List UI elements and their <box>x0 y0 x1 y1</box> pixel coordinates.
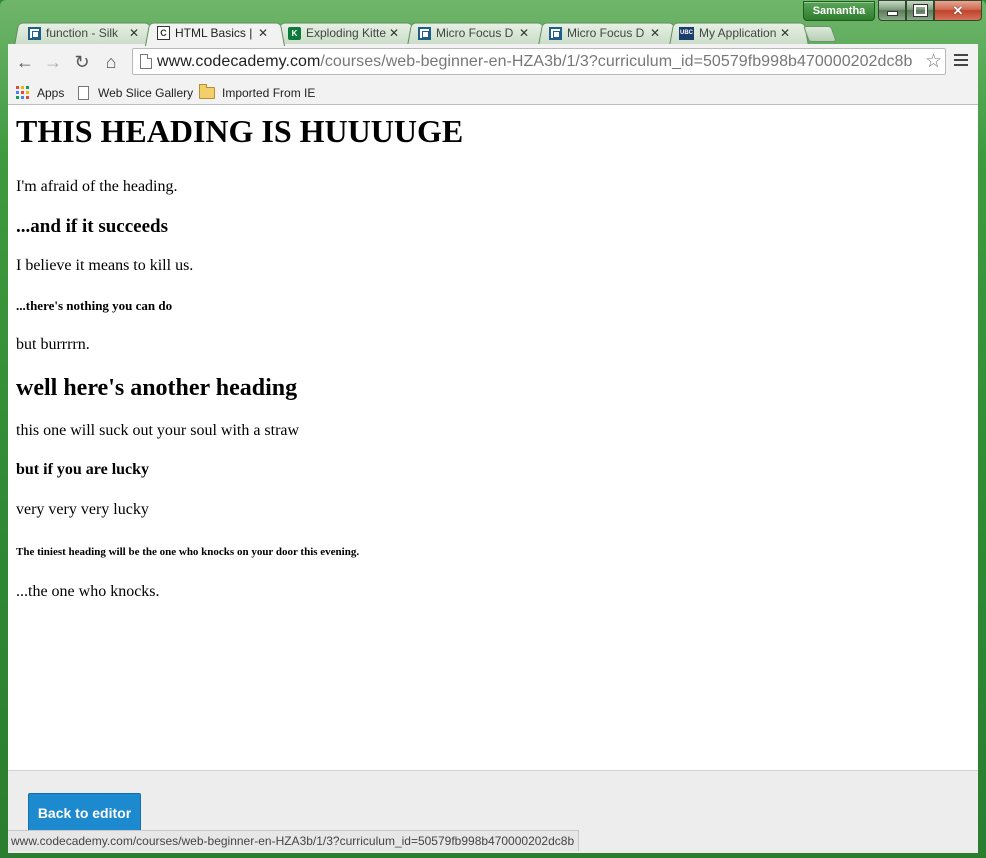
heading-1: THIS HEADING IS HUUUUGE <box>16 113 464 149</box>
tab-label: Exploding Kitte <box>306 26 386 40</box>
url-path: /courses/web-beginner-en-HZA3b/1/3?curri… <box>320 53 913 70</box>
tab-close-icon[interactable]: ✕ <box>649 26 661 40</box>
heading-3: ...and if it succeeds <box>16 216 168 237</box>
bookmark-imported-from-ie[interactable]: Imported From IE <box>199 83 316 101</box>
window-square-icon <box>28 26 41 40</box>
back-arrow-icon[interactable]: ← <box>14 52 36 72</box>
codecademy-icon: C <box>157 26 170 40</box>
tab-close-icon[interactable]: ✕ <box>128 26 140 40</box>
page-viewport: THIS HEADING IS HUUUUGE I'm afraid of th… <box>8 105 978 771</box>
tab-close-icon[interactable]: ✕ <box>518 26 530 40</box>
bookmark-label: Imported From IE <box>222 85 316 100</box>
profile-button[interactable]: Samantha <box>803 1 875 21</box>
bookmark-label: Web Slice Gallery <box>98 85 194 100</box>
paragraph: I believe it means to kill us. <box>16 257 194 274</box>
tab-label: Micro Focus D <box>436 26 514 40</box>
bookmark-star-icon[interactable]: ☆ <box>925 49 942 74</box>
heading-6: The tiniest heading will be the one who … <box>16 546 360 558</box>
tab-label: My Application <box>699 26 777 40</box>
tab-micro-focus-2[interactable]: Micro Focus D ✕ <box>549 23 661 43</box>
minimize-icon <box>886 11 898 16</box>
status-bar-url: www.codecademy.com/courses/web-beginner-… <box>8 830 580 851</box>
window-controls: ✕ <box>878 0 982 21</box>
tab-close-icon[interactable]: ✕ <box>257 26 269 40</box>
url-text: www.codecademy.com/courses/web-beginner-… <box>157 49 912 74</box>
forward-arrow-icon[interactable]: → <box>42 52 64 72</box>
paragraph: this one will suck out your soul with a … <box>16 422 300 439</box>
ubc-icon: UBC <box>679 26 694 40</box>
tab-function-silk[interactable]: function - Silk ✕ <box>28 23 140 43</box>
tab-label: Micro Focus D <box>567 26 645 40</box>
bookmark-label: Apps <box>37 85 65 100</box>
new-tab-button[interactable] <box>803 26 837 42</box>
tab-micro-focus-1[interactable]: Micro Focus D ✕ <box>418 23 530 43</box>
tab-close-icon[interactable]: ✕ <box>388 26 400 40</box>
url-host: www.codecademy.com <box>157 53 321 70</box>
tab-label: function - Silk <box>46 26 119 40</box>
tab-exploding-kittens[interactable]: K Exploding Kitte ✕ <box>288 23 400 43</box>
paragraph: very very very lucky <box>16 501 149 518</box>
page-icon <box>140 54 152 69</box>
window-square-icon <box>418 26 431 40</box>
bookmarks-bar: Apps Web Slice Gallery Imported From IE <box>8 81 978 105</box>
paragraph: ...the one who knocks. <box>16 583 160 600</box>
maximize-button[interactable] <box>906 0 934 21</box>
minimize-button[interactable] <box>878 0 906 21</box>
paragraph: I'm afraid of the heading. <box>16 178 178 195</box>
browser-toolbar: ← → ↻ ⌂ www.codecademy.com/courses/web-b… <box>8 44 978 82</box>
bookmark-web-slice-gallery[interactable]: Web Slice Gallery <box>78 84 193 101</box>
bookmark-apps[interactable]: Apps <box>16 84 64 101</box>
paragraph: but burrrrn. <box>16 336 90 353</box>
reload-icon[interactable]: ↻ <box>71 52 93 72</box>
chrome-menu-icon[interactable] <box>954 54 968 69</box>
tab-close-icon[interactable]: ✕ <box>779 26 791 40</box>
heading-2: well here's another heading <box>16 375 298 401</box>
kickstarter-icon: K <box>288 26 301 40</box>
window-square-icon <box>549 26 562 40</box>
address-bar[interactable]: www.codecademy.com/courses/web-beginner-… <box>132 48 946 75</box>
apps-grid-icon <box>16 86 29 99</box>
close-icon: ✕ <box>952 2 964 18</box>
folder-icon <box>199 83 215 99</box>
heading-5: ...there's nothing you can do <box>16 298 173 313</box>
tab-my-application[interactable]: UBC My Application ✕ <box>679 23 791 43</box>
maximize-icon <box>912 4 928 17</box>
tab-label: HTML Basics | <box>175 26 253 40</box>
home-icon[interactable]: ⌂ <box>100 52 122 72</box>
page-icon <box>78 85 89 100</box>
tab-html-basics[interactable]: C HTML Basics | ✕ <box>157 23 269 43</box>
back-to-editor-button[interactable]: Back to editor <box>28 793 141 832</box>
heading-4: but if you are lucky <box>16 461 150 478</box>
close-window-button[interactable]: ✕ <box>934 0 982 21</box>
document-body: THIS HEADING IS HUUUUGE I'm afraid of th… <box>16 105 966 601</box>
